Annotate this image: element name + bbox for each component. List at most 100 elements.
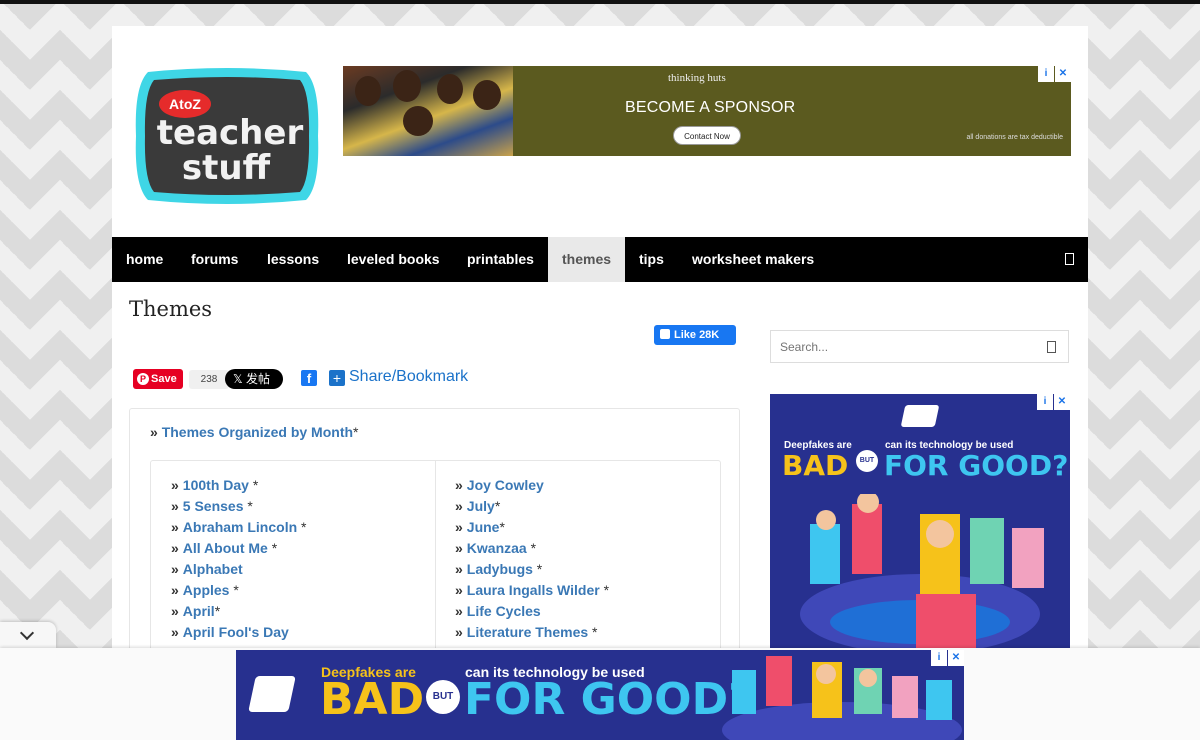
theme-link[interactable]: April	[183, 603, 215, 619]
theme-list-item: » Kwanzaa *	[455, 538, 609, 559]
nav-item-themes[interactable]: themes	[548, 237, 626, 282]
theme-link[interactable]: July	[467, 498, 495, 514]
theme-suffix: *	[494, 498, 501, 514]
logo-line2: stuff	[182, 148, 271, 188]
theme-list-item: » 5 Senses *	[171, 496, 307, 517]
theme-link[interactable]: Literature Themes	[467, 624, 588, 640]
search-icon[interactable]	[1047, 341, 1056, 353]
x-icon: 𝕏	[233, 372, 247, 386]
theme-list-right: » Joy Cowley» July*» June*» Kwanzaa *» Ladybu…	[455, 475, 609, 643]
nav-item-home[interactable]: home	[112, 237, 177, 282]
pinterest-save-label: Save	[151, 373, 177, 385]
raquo-marker: »	[171, 582, 179, 598]
raquo-marker: »	[455, 477, 463, 493]
search-box	[770, 330, 1069, 363]
theme-suffix: *	[229, 582, 239, 598]
theme-list-item: » April Fool's Day	[171, 622, 307, 643]
nav-item-leveled-books[interactable]: leveled books	[333, 237, 454, 282]
pinterest-icon: P	[137, 373, 149, 385]
bottom-read-to-be-sure-logo	[248, 676, 296, 712]
facebook-like-label: Like 28K	[674, 329, 720, 341]
bottom-ad[interactable]: Deepfakes are can its technology be used…	[236, 650, 964, 740]
nav-item-worksheet-makers[interactable]: worksheet makers	[678, 237, 828, 282]
theme-link[interactable]: April Fool's Day	[183, 624, 289, 640]
collapse-ad-tab[interactable]	[0, 622, 56, 648]
theme-link[interactable]: Ladybugs	[467, 561, 533, 577]
adchoices-icon[interactable]: i	[1038, 66, 1054, 82]
theme-list-item: » Ladybugs *	[455, 559, 609, 580]
theme-list-item: » Apples *	[171, 580, 307, 601]
theme-link[interactable]: Life Cycles	[467, 603, 541, 619]
raquo-marker: »	[455, 498, 463, 514]
bottom-ad-bad: BAD	[320, 674, 425, 725]
theme-list-item: » All About Me *	[171, 538, 307, 559]
x-post-button[interactable]: 𝕏 发帖	[225, 369, 283, 389]
side-ad-but: BUT	[856, 450, 878, 472]
theme-list-item: » Joy Cowley	[455, 475, 609, 496]
chevron-down-icon	[19, 625, 35, 641]
bottom-ad-but: BUT	[426, 680, 460, 714]
raquo-marker: »	[455, 603, 463, 619]
theme-link[interactable]: Apples	[183, 582, 230, 598]
theme-link[interactable]: Alphabet	[183, 561, 243, 577]
bottom-close-ad-icon[interactable]: ✕	[948, 650, 964, 666]
side-close-ad-icon[interactable]: ✕	[1054, 394, 1070, 410]
logo-line1: teacher	[157, 113, 304, 153]
nav-search-icon[interactable]	[1065, 253, 1074, 265]
share-bookmark-label: Share/Bookmark	[349, 368, 469, 385]
theme-list-item: » July*	[455, 496, 609, 517]
nav-item-lessons[interactable]: lessons	[253, 237, 333, 282]
nav-item-tips[interactable]: tips	[625, 237, 678, 282]
nav-item-printables[interactable]: printables	[453, 237, 548, 282]
logo-small-text: AtoZ	[169, 96, 201, 112]
raquo-marker: »	[455, 582, 463, 598]
month-link-row: » Themes Organized by Month*	[150, 424, 359, 440]
theme-link[interactable]: Laura Ingalls Wilder	[467, 582, 600, 598]
theme-suffix: *	[267, 540, 278, 556]
share-row: P Save 238 𝕏 发帖 f + Share/Bookmark	[133, 368, 493, 391]
raquo-marker: »	[171, 477, 179, 493]
raquo-marker: »	[455, 561, 463, 577]
bottom-adchoices-icon[interactable]: i	[931, 650, 947, 666]
theme-suffix: *	[532, 561, 543, 577]
pinterest-save-button[interactable]: P Save	[133, 369, 183, 389]
theme-link[interactable]: Abraham Lincoln	[183, 519, 297, 535]
theme-list-left: » 100th Day *» 5 Senses *» Abraham Lincoln …	[171, 475, 307, 643]
theme-link[interactable]: June	[467, 519, 500, 535]
site-logo[interactable]: AtoZ teacher stuff	[130, 66, 324, 206]
raquo-marker: »	[455, 519, 463, 535]
theme-link[interactable]: Kwanzaa	[467, 540, 527, 556]
ad-fineprint: all donations are tax deductible	[966, 134, 1063, 141]
ad-brand: thinking huts	[668, 72, 726, 84]
facebook-share-icon[interactable]: f	[301, 370, 317, 386]
close-ad-icon[interactable]: ✕	[1055, 66, 1071, 82]
theme-link[interactable]: 5 Senses	[183, 498, 244, 514]
raquo-marker: »	[171, 624, 179, 640]
theme-suffix: *	[588, 624, 598, 640]
theme-list-item: » Life Cycles	[455, 601, 609, 622]
share-bookmark-link[interactable]: + Share/Bookmark	[329, 368, 468, 386]
raquo-marker: »	[150, 424, 158, 440]
sponsor-banner-ad[interactable]: thinking huts BECOME A SPONSOR Contact N…	[343, 66, 1071, 156]
theme-list-item: » Abraham Lincoln *	[171, 517, 307, 538]
top-border	[0, 0, 1200, 4]
themes-by-month-link[interactable]: Themes Organized by Month	[162, 424, 353, 440]
theme-link[interactable]: All About Me	[183, 540, 268, 556]
theme-list-item: » Literature Themes *	[455, 622, 609, 643]
side-adchoices-icon[interactable]: i	[1037, 394, 1053, 410]
raquo-marker: »	[455, 540, 463, 556]
theme-link[interactable]: Joy Cowley	[467, 477, 544, 493]
sidebar-ad[interactable]: Deepfakes are can its technology be used…	[770, 394, 1070, 654]
theme-link[interactable]: 100th Day	[183, 477, 249, 493]
theme-list-item: » April*	[171, 601, 307, 622]
thumbs-up-icon	[660, 329, 670, 339]
nav-item-forums[interactable]: forums	[177, 237, 252, 282]
search-input[interactable]	[771, 331, 1011, 362]
bottom-ad-illustration	[722, 656, 962, 740]
facebook-like-button[interactable]: Like 28K	[654, 325, 736, 345]
theme-list-item: » Alphabet	[171, 559, 307, 580]
ad-headline: BECOME A SPONSOR	[625, 99, 796, 116]
month-star: *	[353, 424, 359, 440]
raquo-marker: »	[171, 603, 179, 619]
contact-now-button[interactable]: Contact Now	[673, 126, 741, 145]
